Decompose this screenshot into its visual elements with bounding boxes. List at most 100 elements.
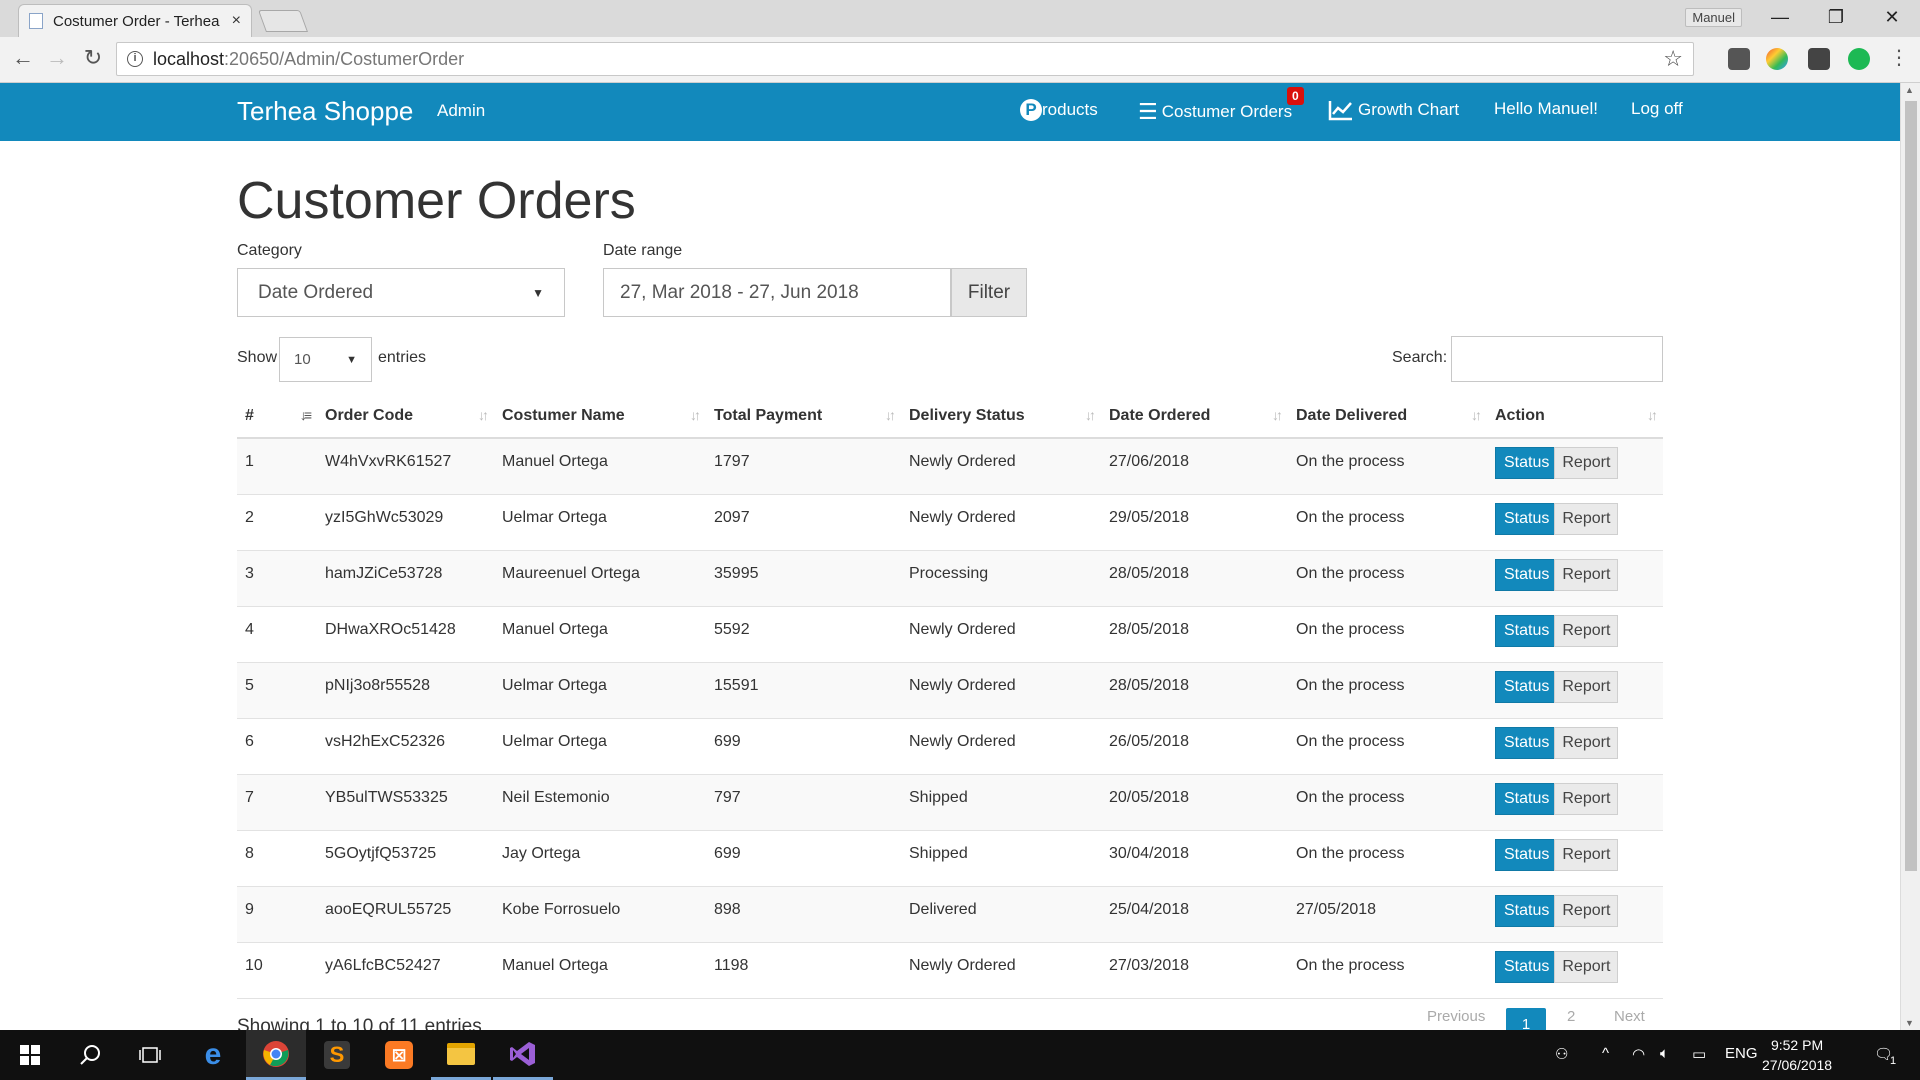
browser-tab-strip: Costumer Order - Terhea × Manuel — ❐ ✕	[0, 0, 1920, 37]
report-button[interactable]: Report	[1554, 838, 1619, 871]
bookmark-star-icon[interactable]: ☆	[1663, 46, 1683, 72]
language-indicator[interactable]: ENG	[1725, 1045, 1758, 1062]
nav-greeting-link[interactable]: Hello Manuel!	[1494, 99, 1598, 119]
chevron-up-icon[interactable]: ^	[1602, 1045, 1609, 1062]
task-view-icon[interactable]	[120, 1030, 180, 1080]
file-explorer-icon[interactable]	[431, 1030, 491, 1080]
cell-total-payment: 898	[706, 886, 901, 943]
back-icon[interactable]: ←	[8, 45, 38, 71]
page-scrollbar[interactable]: ▲ ▼	[1900, 83, 1920, 1030]
brand-link[interactable]: Terhea Shoppe	[237, 96, 413, 127]
nav-products-label: roducts	[1042, 100, 1098, 119]
report-button[interactable]: Report	[1554, 558, 1619, 591]
wifi-icon[interactable]: ◠	[1632, 1045, 1645, 1063]
new-tab-button[interactable]	[257, 10, 309, 32]
extension-shield-icon[interactable]	[1728, 48, 1750, 70]
pager-next[interactable]: Next	[1614, 1008, 1645, 1025]
scrollbar-thumb[interactable]	[1905, 101, 1917, 871]
status-button[interactable]: Status	[1495, 502, 1559, 535]
cell-total-payment: 1797	[706, 438, 901, 495]
report-button[interactable]: Report	[1554, 782, 1619, 815]
browser-tab[interactable]: Costumer Order - Terhea ×	[18, 4, 252, 37]
column-header-action[interactable]: Action ↓↑	[1487, 395, 1663, 439]
cell-date-delivered: On the process	[1288, 662, 1487, 719]
xampp-icon[interactable]: ⊠	[369, 1030, 429, 1080]
status-button[interactable]: Status	[1495, 558, 1559, 591]
report-button[interactable]: Report	[1554, 614, 1619, 647]
nav-products-link[interactable]: P roducts	[1020, 99, 1098, 121]
column-header-date-ordered[interactable]: Date Ordered ↓↑	[1101, 395, 1288, 439]
cell-total-payment: 797	[706, 774, 901, 831]
report-button[interactable]: Report	[1554, 447, 1619, 479]
status-button[interactable]: Status	[1495, 670, 1559, 703]
edge-icon[interactable]: e	[183, 1030, 243, 1080]
pager-page-2[interactable]: 2	[1567, 1008, 1575, 1025]
address-bar[interactable]: i localhost :20650/Admin/CostumerOrder ☆	[116, 42, 1694, 76]
date-range-input[interactable]: 27, Mar 2018 - 27, Jun 2018	[603, 268, 951, 317]
status-button[interactable]: Status	[1495, 782, 1559, 815]
column-header-number[interactable]: # ↓≡	[237, 395, 317, 439]
pager-previous[interactable]: Previous	[1427, 1008, 1485, 1025]
show-label: Show	[237, 349, 278, 366]
report-button[interactable]: Report	[1554, 670, 1619, 703]
cell-date-delivered: On the process	[1288, 438, 1487, 495]
report-button[interactable]: Report	[1554, 894, 1619, 927]
column-header-customer-name[interactable]: Costumer Name ↓↑	[494, 395, 706, 439]
extension-download-icon[interactable]	[1808, 48, 1830, 70]
nav-logoff-link[interactable]: Log off	[1631, 99, 1683, 119]
category-select[interactable]: Date Ordered ▼	[237, 268, 565, 317]
status-button[interactable]: Status	[1495, 950, 1559, 983]
cell-date-delivered: On the process	[1288, 494, 1487, 551]
entries-select[interactable]: 10 ▼	[279, 337, 372, 382]
volume-icon[interactable]: 🔈︎	[1660, 1045, 1669, 1062]
taskbar-clock[interactable]: 9:52 PM 27/06/2018	[1762, 1035, 1832, 1075]
header-label: Order Code	[325, 407, 414, 424]
close-window-icon[interactable]: ✕	[1864, 2, 1920, 32]
visual-studio-icon[interactable]	[493, 1030, 553, 1080]
status-button[interactable]: Status	[1495, 614, 1559, 647]
status-button[interactable]: Status	[1495, 447, 1559, 479]
battery-icon[interactable]: ▭	[1692, 1045, 1706, 1063]
column-header-order-code[interactable]: Order Code ↓↑	[317, 395, 494, 439]
extension-color-icon[interactable]	[1766, 48, 1788, 70]
people-icon[interactable]: ⚇	[1555, 1045, 1568, 1063]
report-button[interactable]: Report	[1554, 502, 1619, 535]
maximize-icon[interactable]: ❐	[1808, 2, 1864, 32]
scroll-down-icon[interactable]: ▼	[1905, 1018, 1914, 1028]
nav-orders-link[interactable]: ☰ Costumer Orders	[1138, 99, 1292, 125]
header-label: Delivery Status	[909, 407, 1025, 424]
browser-profile-badge[interactable]: Manuel	[1685, 8, 1742, 27]
scroll-up-icon[interactable]: ▲	[1905, 85, 1914, 95]
minimize-icon[interactable]: —	[1752, 2, 1808, 32]
column-header-date-delivered[interactable]: Date Delivered ↓↑	[1288, 395, 1487, 439]
cell-order-code: vsH2hExC52326	[317, 718, 494, 775]
chrome-icon[interactable]	[246, 1030, 306, 1080]
filter-button[interactable]: Filter	[951, 268, 1027, 317]
status-button[interactable]: Status	[1495, 726, 1559, 759]
cell-total-payment: 699	[706, 718, 901, 775]
status-button[interactable]: Status	[1495, 838, 1559, 871]
sublime-text-icon[interactable]: S	[307, 1030, 367, 1080]
reload-icon[interactable]: ↻	[78, 45, 108, 71]
nav-admin-link[interactable]: Admin	[437, 101, 485, 121]
search-icon[interactable]	[60, 1030, 120, 1080]
report-button[interactable]: Report	[1554, 950, 1619, 983]
site-info-icon[interactable]: i	[127, 51, 143, 67]
cell-customer-name: Maureenuel Ortega	[494, 550, 706, 607]
entries-value: 10	[294, 351, 311, 368]
forward-icon[interactable]: →	[42, 45, 72, 71]
search-input[interactable]	[1451, 336, 1663, 382]
nav-orders-label: Costumer Orders	[1161, 102, 1293, 121]
windows-start-icon[interactable]	[0, 1030, 60, 1080]
nav-growth-link[interactable]: Growth Chart	[1328, 99, 1459, 121]
column-header-total-payment[interactable]: Total Payment ↓↑	[706, 395, 901, 439]
status-button[interactable]: Status	[1495, 894, 1559, 927]
cell-row-number: 7	[237, 774, 317, 831]
tab-close-icon[interactable]: ×	[232, 12, 241, 30]
cell-row-number: 10	[237, 942, 317, 999]
cell-customer-name: Manuel Ortega	[494, 606, 706, 663]
column-header-delivery-status[interactable]: Delivery Status ↓↑	[901, 395, 1101, 439]
browser-menu-icon[interactable]: ⋮	[1884, 45, 1914, 70]
extension-grammarly-icon[interactable]	[1848, 48, 1870, 70]
report-button[interactable]: Report	[1554, 726, 1619, 759]
